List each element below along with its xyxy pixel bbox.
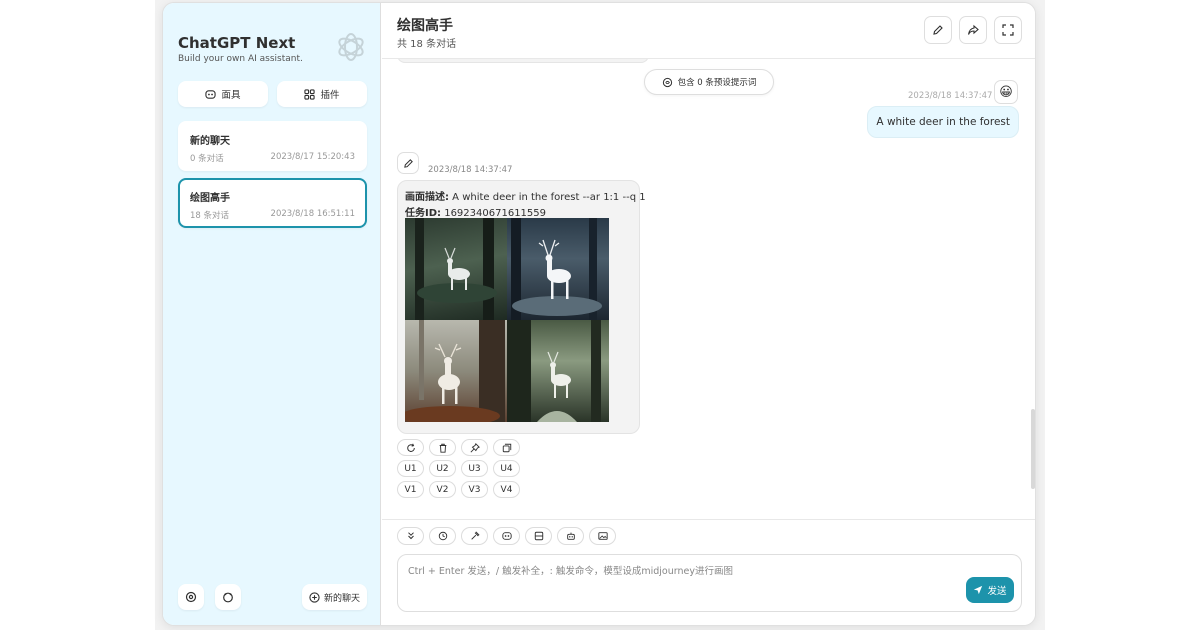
send-button[interactable]: 发送: [966, 577, 1014, 603]
copy-icon: [502, 443, 512, 453]
copy-button[interactable]: [493, 439, 520, 456]
brain-icon: [662, 77, 673, 88]
user-message-bubble: A white deer in the forest: [867, 106, 1019, 138]
bot-message-bubble: 画面描述: A white deer in the forest --ar 1:…: [397, 180, 646, 434]
image-quadrant-3: [405, 320, 507, 422]
mask-icon: [205, 89, 217, 100]
upscale-button-1[interactable]: U1: [397, 460, 424, 477]
image-quadrant-1: [405, 218, 507, 320]
chat-input[interactable]: [408, 563, 968, 603]
chat-item-count: 0 条对话: [190, 154, 224, 164]
upscale-button-4[interactable]: U4: [493, 460, 520, 477]
task-id: 任务ID: 1692340671611559: [405, 204, 546, 219]
settings-icon: [185, 591, 197, 603]
app-subtitle: Build your own AI assistant.: [178, 54, 303, 64]
send-icon: [973, 585, 983, 595]
upload-image-button[interactable]: [589, 527, 616, 545]
chat-item-time: 2023/8/18 16:51:11: [270, 209, 355, 219]
context-prompts-label: 包含 0 条预设提示词: [677, 78, 757, 88]
input-toolbar: [397, 527, 616, 545]
previous-message-edge: [397, 59, 649, 63]
fullscreen-button[interactable]: [994, 16, 1022, 44]
image-quadrant-2: [507, 218, 609, 320]
add-circle-icon: [309, 591, 320, 603]
pin-icon: [470, 442, 480, 453]
fullscreen-icon: [1002, 24, 1014, 36]
message-list[interactable]: 包含 0 条预设提示词 2023/8/18 14:37:47 😀 A white…: [382, 59, 1035, 519]
github-icon: [222, 591, 234, 603]
prompt-button[interactable]: [461, 527, 488, 545]
prompt-icon: [470, 531, 480, 541]
upscale-button-2[interactable]: U2: [429, 460, 456, 477]
user-message-time: 2023/8/18 14:37:47: [908, 91, 993, 101]
image-quadrant-4: [507, 320, 609, 422]
variation-button-3[interactable]: V3: [461, 481, 488, 498]
variation-row: V1 V2 V3 V4: [397, 481, 520, 498]
chat-item-title: 新的聊天: [190, 136, 230, 147]
sidebar: ChatGPT Next Build your own AI assistant…: [163, 3, 381, 625]
clear-context-icon: [534, 531, 544, 541]
chat-item-count: 18 条对话: [190, 211, 230, 221]
edit-message-button[interactable]: [397, 152, 419, 174]
refresh-button[interactable]: [397, 439, 424, 456]
chat-header: 绘图高手 共 18 条对话: [382, 3, 1035, 59]
github-button[interactable]: [215, 584, 241, 610]
delete-button[interactable]: [429, 439, 456, 456]
new-chat-button[interactable]: 新的聊天: [302, 584, 367, 610]
chat-main: 绘图高手 共 18 条对话 包含 0 条预设提示词 2023/8/18 14:3…: [382, 3, 1035, 625]
model-select-button[interactable]: [557, 527, 584, 545]
share-icon: [967, 24, 979, 36]
openai-logo-icon: [335, 31, 367, 63]
scrollbar-thumb[interactable]: [1031, 409, 1035, 489]
variation-button-2[interactable]: V2: [429, 481, 456, 498]
rename-chat-button[interactable]: [924, 16, 952, 44]
image-icon: [597, 531, 608, 541]
chat-input-box: 发送: [397, 554, 1022, 612]
edit-icon: [932, 24, 944, 36]
input-area: 发送: [382, 519, 1035, 625]
new-chat-label: 新的聊天: [323, 593, 360, 604]
chat-subtitle: 共 18 条对话: [397, 39, 457, 50]
user-avatar: 😀: [994, 80, 1018, 104]
share-button[interactable]: [959, 16, 987, 44]
edit-icon: [403, 158, 414, 169]
chat-item-title: 绘图高手: [190, 193, 230, 204]
app-window: ChatGPT Next Build your own AI assistant…: [162, 2, 1036, 626]
image-description: 画面描述: A white deer in the forest --ar 1:…: [405, 188, 646, 203]
clear-context-button[interactable]: [525, 527, 552, 545]
chat-list-item[interactable]: 新的聊天 0 条对话 2023/8/17 15:20:43: [178, 121, 367, 171]
generated-image[interactable]: [405, 218, 609, 422]
chat-list-item-active[interactable]: 绘图高手 18 条对话 2023/8/18 16:51:11: [178, 178, 367, 228]
bot-message-time: 2023/8/18 14:37:47: [428, 165, 513, 175]
context-prompts-button[interactable]: 包含 0 条预设提示词: [644, 69, 774, 95]
scroll-bottom-button[interactable]: [397, 527, 424, 545]
refresh-icon: [406, 443, 416, 453]
mask-button[interactable]: 面具: [178, 81, 268, 107]
upscale-button-3[interactable]: U3: [461, 460, 488, 477]
mask-tool-button[interactable]: [493, 527, 520, 545]
chat-title: 绘图高手: [397, 18, 453, 34]
pin-button[interactable]: [461, 439, 488, 456]
image-description-label: 画面描述:: [405, 192, 449, 203]
scroll-bottom-icon: [406, 531, 416, 541]
delete-icon: [438, 443, 448, 453]
chat-item-time: 2023/8/17 15:20:43: [270, 152, 355, 162]
send-button-label: 发送: [987, 586, 1007, 597]
variation-button-4[interactable]: V4: [493, 481, 520, 498]
mask-button-label: 面具: [221, 90, 241, 101]
plugin-button[interactable]: 插件: [277, 81, 367, 107]
model-robot-icon: [566, 531, 576, 541]
settings-button[interactable]: [178, 584, 204, 610]
mask-icon: [501, 531, 512, 541]
message-actions: [397, 439, 520, 456]
app-title: ChatGPT Next: [178, 34, 296, 52]
chat-settings-button[interactable]: [429, 527, 456, 545]
settings-icon: [438, 531, 448, 541]
upscale-row: U1 U2 U3 U4: [397, 460, 520, 477]
plugin-grid-icon: [304, 88, 316, 100]
plugin-button-label: 插件: [320, 90, 340, 101]
image-description-value: A white deer in the forest --ar 1:1 --q …: [449, 192, 646, 203]
variation-button-1[interactable]: V1: [397, 481, 424, 498]
